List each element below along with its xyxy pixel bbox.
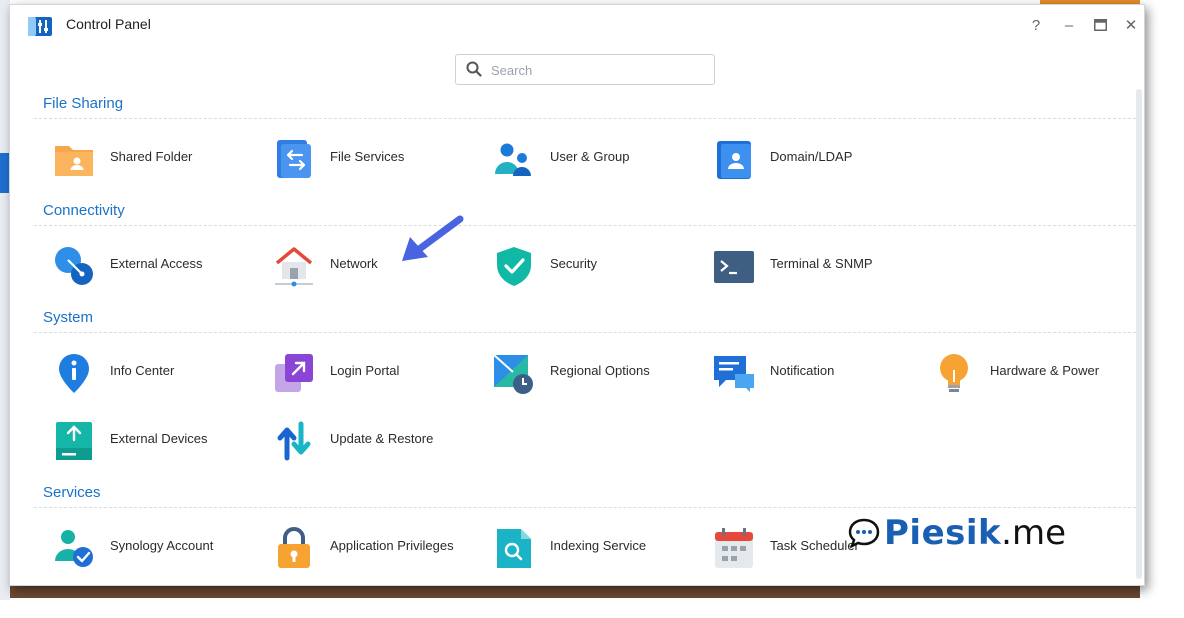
- item-security[interactable]: Security: [493, 242, 703, 288]
- item-label: Hardware & Power: [990, 363, 1100, 378]
- security-shield-icon: [497, 247, 531, 286]
- regional-options-icon: [493, 354, 533, 394]
- item-info-center[interactable]: Info Center: [53, 349, 263, 395]
- synology-account-icon: [55, 530, 93, 567]
- update-restore-icon: [277, 421, 311, 461]
- window-title: Control Panel: [66, 16, 151, 32]
- section-divider: [34, 507, 1136, 508]
- item-label: Task Scheduler: [770, 538, 859, 553]
- section-divider: [34, 225, 1136, 226]
- watermark-brand: Piesik: [884, 513, 1002, 553]
- info-center-icon: [59, 354, 89, 393]
- scrollbar[interactable]: [1136, 89, 1142, 579]
- section-divider: [34, 118, 1136, 119]
- control-panel-app-icon: [28, 17, 52, 36]
- item-label: Notification: [770, 363, 835, 378]
- item-application-privileges[interactable]: Application Privileges: [273, 524, 483, 570]
- annotation-arrow-icon: [402, 215, 464, 261]
- minimize-button[interactable]: –: [1059, 15, 1079, 35]
- user-group-icon: [495, 143, 531, 176]
- search-icon: [466, 61, 482, 77]
- item-label: Indexing Service: [550, 538, 647, 553]
- section-title-services: Services: [43, 484, 101, 501]
- search-box[interactable]: [455, 54, 715, 85]
- item-hardware-power[interactable]: Hardware & Power: [933, 349, 1143, 395]
- section-divider: [34, 332, 1136, 333]
- item-label: Domain/LDAP: [770, 149, 853, 164]
- item-label: User & Group: [550, 149, 630, 164]
- control-panel-window: Control Panel ? – ✕ File Sharing Shared …: [9, 4, 1145, 586]
- item-label: Info Center: [110, 363, 175, 378]
- shared-folder-icon: [55, 146, 93, 176]
- item-label: Shared Folder: [110, 149, 193, 164]
- file-services-icon: [277, 140, 311, 178]
- item-file-services[interactable]: File Services: [273, 135, 483, 181]
- item-label: External Access: [110, 256, 203, 271]
- item-login-portal[interactable]: Login Portal: [273, 349, 483, 395]
- maximize-icon: [1093, 19, 1107, 31]
- item-shared-folder[interactable]: Shared Folder: [53, 135, 263, 181]
- item-update-restore[interactable]: Update & Restore: [273, 417, 483, 463]
- item-user-group[interactable]: User & Group: [493, 135, 703, 181]
- item-label: Synology Account: [110, 538, 214, 553]
- login-portal-icon: [275, 354, 313, 392]
- terminal-icon: [714, 251, 754, 283]
- item-domain-ldap[interactable]: Domain/LDAP: [713, 135, 923, 181]
- item-label: Regional Options: [550, 363, 650, 378]
- external-access-icon: [55, 247, 93, 285]
- section-title-connectivity: Connectivity: [43, 202, 125, 219]
- close-button[interactable]: ✕: [1121, 15, 1141, 35]
- task-scheduler-calendar-icon: [715, 528, 753, 568]
- item-label: Terminal & SNMP: [770, 256, 873, 271]
- maximize-button[interactable]: [1090, 15, 1110, 35]
- item-notification[interactable]: Notification: [713, 349, 923, 395]
- notification-icon: [714, 356, 754, 392]
- external-devices-icon: [56, 422, 92, 460]
- title-bar[interactable]: Control Panel ? – ✕: [10, 5, 1144, 45]
- chat-bubble-icon: [848, 518, 880, 549]
- item-external-access[interactable]: External Access: [53, 242, 263, 288]
- help-button[interactable]: ?: [1026, 15, 1046, 35]
- domain-ldap-icon: [717, 141, 751, 179]
- item-regional-options[interactable]: Regional Options: [493, 349, 703, 395]
- application-privileges-lock-icon: [278, 527, 310, 568]
- search-input[interactable]: [489, 59, 703, 81]
- item-synology-account[interactable]: Synology Account: [53, 524, 263, 570]
- item-label: Update & Restore: [330, 431, 434, 446]
- network-icon: [275, 247, 313, 287]
- item-label: External Devices: [110, 431, 208, 446]
- watermark-logo: Piesik .me: [848, 513, 1066, 553]
- item-label: File Services: [330, 149, 405, 164]
- indexing-service-icon: [497, 529, 531, 568]
- watermark-suffix: .me: [1001, 513, 1066, 553]
- item-label: Login Portal: [330, 363, 400, 378]
- section-title-system: System: [43, 309, 94, 326]
- section-title-file-sharing: File Sharing: [43, 95, 124, 112]
- item-external-devices[interactable]: External Devices: [53, 417, 263, 463]
- hardware-power-bulb-icon: [940, 354, 968, 392]
- item-terminal-snmp[interactable]: Terminal & SNMP: [713, 242, 923, 288]
- item-indexing-service[interactable]: Indexing Service: [493, 524, 703, 570]
- item-label: Network: [330, 256, 378, 271]
- item-label: Application Privileges: [330, 538, 454, 553]
- item-label: Security: [550, 256, 597, 271]
